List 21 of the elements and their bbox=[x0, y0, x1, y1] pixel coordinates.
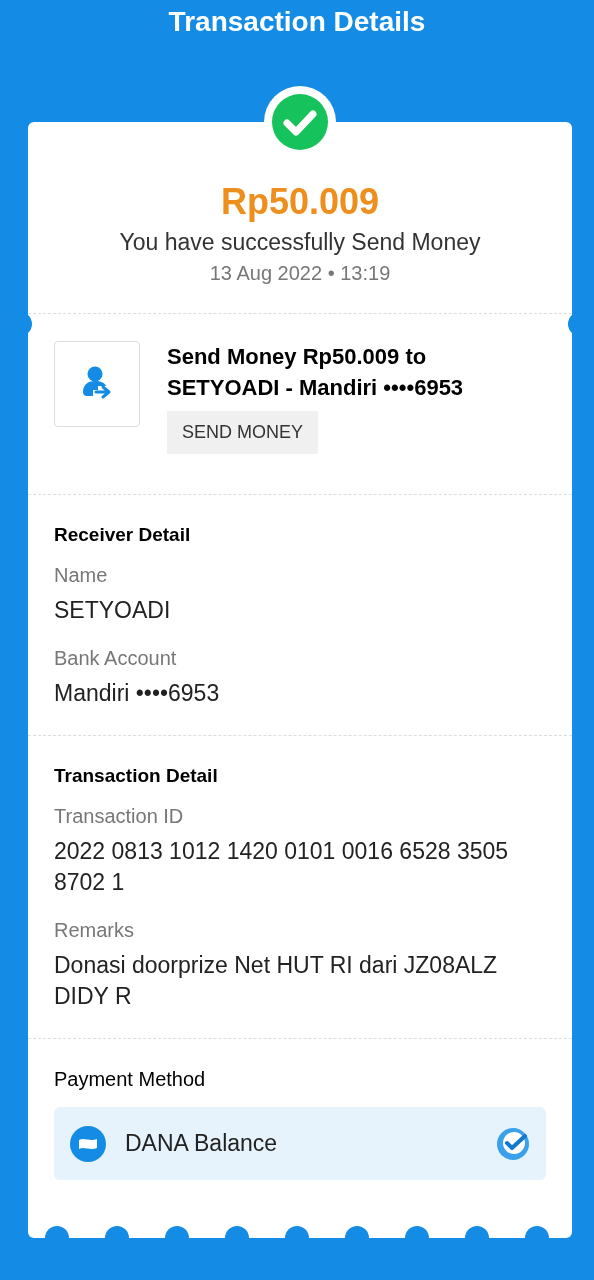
payment-method-name: DANA Balance bbox=[125, 1129, 278, 1159]
payment-method-option[interactable]: DANA Balance bbox=[54, 1107, 546, 1180]
field-label: Name bbox=[54, 563, 109, 587]
section-heading: Payment Method bbox=[54, 1067, 207, 1091]
transaction-date: 13 Aug 2022 • 13:19 bbox=[208, 261, 392, 285]
section-heading: Transaction Detail bbox=[54, 764, 219, 788]
page-title: Transaction Details bbox=[167, 5, 427, 39]
wallet-icon bbox=[70, 1125, 106, 1162]
field-value: 2022 0813 1012 1420 0101 0016 6528 3505 8702 1 bbox=[54, 837, 510, 897]
field-value: Mandiri ••••6953 bbox=[54, 679, 221, 708]
category-tag: SEND MONEY bbox=[167, 411, 319, 454]
send-money-icon bbox=[54, 341, 140, 427]
transaction-description: Send Money Rp50.009 to SETYOADI - Mandiri ••••6953 bbox=[167, 343, 465, 402]
field-value: Donasi doorprize Net HUT RI dari JZ08ALZ DIDY R bbox=[54, 951, 499, 1011]
section-heading: Receiver Detail bbox=[54, 523, 192, 547]
field-label: Transaction ID bbox=[54, 804, 185, 828]
success-message: You have successfully Send Money bbox=[118, 228, 482, 257]
amount: Rp50.009 bbox=[219, 182, 381, 222]
field-value: SETYOADI bbox=[54, 596, 172, 625]
field-label: Bank Account bbox=[54, 646, 178, 670]
field-label: Remarks bbox=[54, 918, 135, 942]
